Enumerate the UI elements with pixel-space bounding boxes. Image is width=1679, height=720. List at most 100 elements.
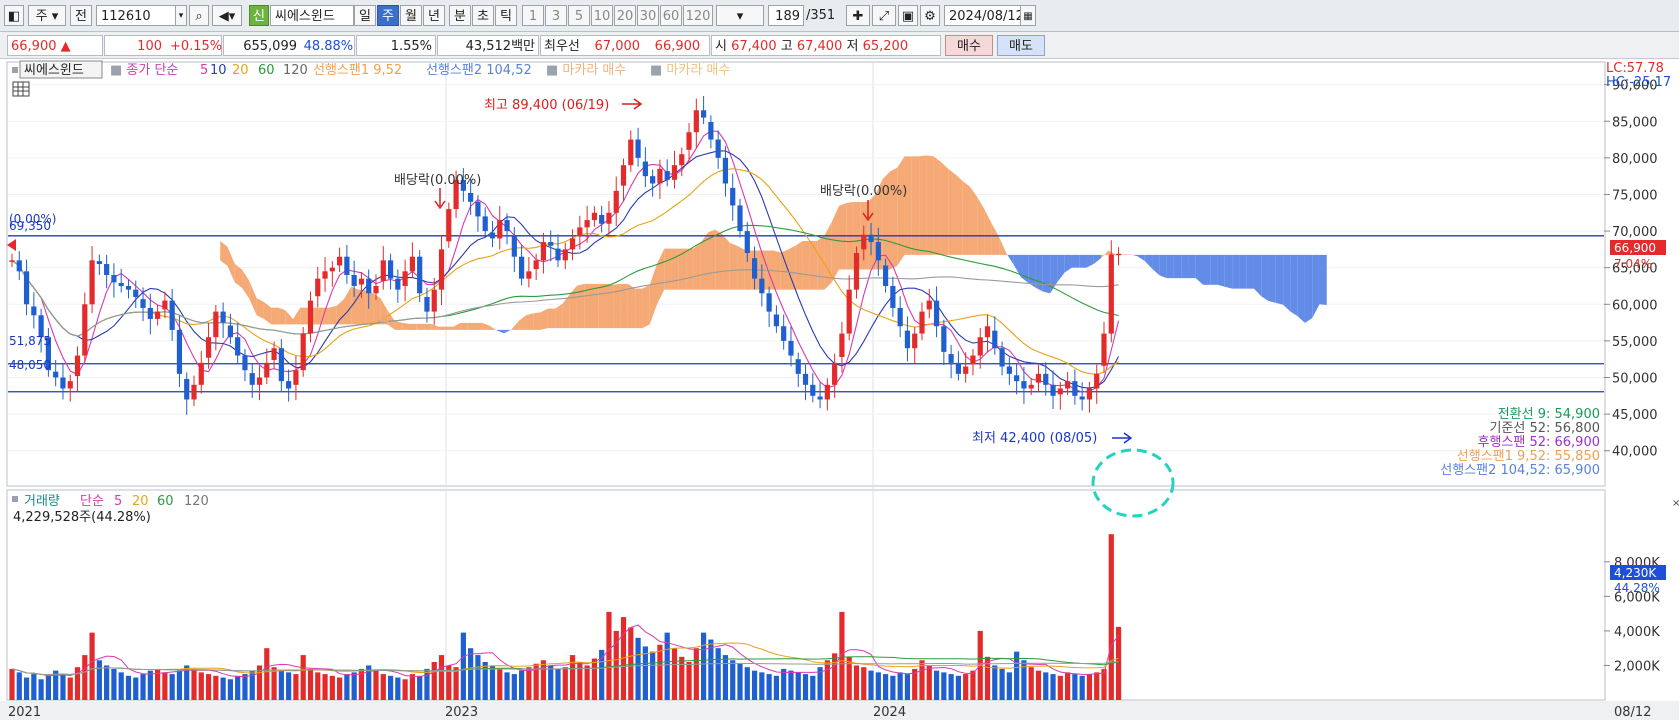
legend-ma5: 5: [200, 63, 208, 78]
cloud-segment: [919, 155, 927, 255]
candle-body: [1079, 396, 1085, 400]
candle-body: [1101, 333, 1107, 366]
cloud-segment: [1173, 254, 1182, 279]
save-icon[interactable]: ▣: [898, 5, 918, 26]
legend-ma-label: ■ 종가 단순: [110, 63, 178, 78]
period-day[interactable]: 일: [354, 5, 376, 26]
volume-bar: [475, 655, 481, 700]
cloud-segment: [795, 241, 803, 290]
volume-bar: [657, 644, 663, 700]
search-icon[interactable]: ⌕: [189, 5, 209, 26]
volume-bar: [489, 665, 496, 700]
candle-body: [227, 325, 233, 338]
cloud-segment: [1188, 254, 1196, 279]
volume-bar: [468, 648, 474, 700]
price-tick-label: 60,000: [1612, 298, 1658, 313]
buy-button[interactable]: 매수: [945, 35, 993, 56]
layout-icon[interactable]: ◧: [4, 5, 24, 26]
volume-bar: [409, 674, 415, 700]
volume-bar: [176, 670, 183, 700]
interval-20[interactable]: 20: [614, 5, 636, 26]
low-annotation: 최저 42,400 (08/05): [972, 431, 1097, 446]
trend-tool-icon[interactable]: ⤢: [872, 5, 896, 26]
volume-tick-label: 2,000K: [1614, 659, 1660, 674]
period-select[interactable]: 주 ▾: [28, 5, 66, 26]
sell-button[interactable]: 매도: [997, 35, 1045, 56]
trade-amount: 43,512백만: [437, 35, 539, 56]
volume-bar: [417, 675, 423, 700]
period-year[interactable]: 년: [423, 5, 445, 26]
volume-bar: [519, 670, 525, 700]
volume-bar: [329, 675, 335, 700]
code-dropdown-icon[interactable]: ▾: [175, 5, 187, 26]
candle-body: [613, 190, 619, 213]
interval-custom-select[interactable]: ▾: [716, 5, 764, 26]
volume-bar: [948, 674, 954, 700]
interval-1[interactable]: 1: [522, 5, 544, 26]
legend-ma-text: 종가 단순: [126, 63, 178, 78]
stock-chart[interactable]: 40,00045,00050,00055,00060,00065,00070,0…: [0, 60, 1679, 720]
cloud-segment: [1071, 254, 1080, 268]
volume-bar: [1079, 675, 1085, 700]
candle-body: [16, 260, 22, 272]
gear-icon[interactable]: ⚙: [920, 5, 940, 26]
candle-body: [1065, 381, 1071, 389]
change-value: 100: [137, 39, 162, 54]
volume-bar: [133, 677, 139, 700]
period-month[interactable]: 월: [400, 5, 422, 26]
legend-makara1-text: 마카라 매수: [562, 63, 626, 78]
sin-badge[interactable]: 신: [249, 5, 269, 26]
cloud-segment: [1028, 254, 1036, 288]
volume-bar: [1057, 675, 1063, 700]
interval-30[interactable]: 30: [637, 5, 659, 26]
candle-body: [577, 227, 583, 237]
volume-bar: [904, 674, 911, 700]
stock-code-input[interactable]: 112610: [96, 5, 186, 26]
volume-bar: [1050, 674, 1056, 700]
crosshair-icon[interactable]: ✚: [846, 5, 870, 26]
candle-body: [322, 271, 328, 279]
volume-bar: [999, 668, 1005, 700]
volume-bar: [679, 656, 685, 700]
volume-bar: [118, 672, 124, 700]
cloud-segment: [409, 323, 417, 330]
cloud-segment: [955, 174, 963, 255]
cloud-segment: [467, 322, 476, 330]
calendar-icon[interactable]: ▦: [1020, 5, 1036, 26]
period-second[interactable]: 초: [472, 5, 494, 26]
candle-body: [890, 285, 896, 308]
interval-120[interactable]: 120: [683, 5, 713, 26]
volume-bar: [562, 667, 568, 700]
candle-count-input[interactable]: 189: [768, 5, 804, 26]
speaker-icon[interactable]: ◀▾: [212, 5, 242, 26]
candle-body: [963, 366, 969, 374]
interval-10[interactable]: 10: [591, 5, 613, 26]
interval-5[interactable]: 5: [568, 5, 590, 26]
period-week[interactable]: 주: [377, 5, 399, 26]
interval-60[interactable]: 60: [660, 5, 682, 26]
volume-close-icon[interactable]: ×: [1672, 498, 1679, 509]
interval-3[interactable]: 3: [545, 5, 567, 26]
cloud-segment: [438, 326, 446, 330]
volume-bar: [751, 670, 758, 700]
candle-body: [162, 300, 168, 310]
price-tick-label: 55,000: [1612, 335, 1658, 350]
volume-bar: [853, 665, 860, 700]
price-value: 66,900: [11, 39, 57, 54]
cloud-segment: [1224, 254, 1233, 289]
stock-name-field[interactable]: 씨에스윈드: [270, 5, 354, 26]
volume-bar: [264, 648, 270, 700]
cloud-segment: [1239, 254, 1247, 289]
volume-bar: [941, 672, 947, 700]
cloud-segment: [1079, 254, 1087, 268]
cloud-segment: [1304, 254, 1313, 323]
candle-body: [977, 337, 983, 356]
jeon-button[interactable]: 전: [70, 5, 92, 26]
period-tick[interactable]: 틱: [495, 5, 517, 26]
volume-bar: [642, 646, 648, 700]
period-minute[interactable]: 분: [449, 5, 471, 26]
candle-body: [424, 296, 430, 312]
table-icon[interactable]: [12, 81, 30, 97]
volume-bar: [169, 674, 175, 700]
candle-body: [599, 214, 605, 224]
